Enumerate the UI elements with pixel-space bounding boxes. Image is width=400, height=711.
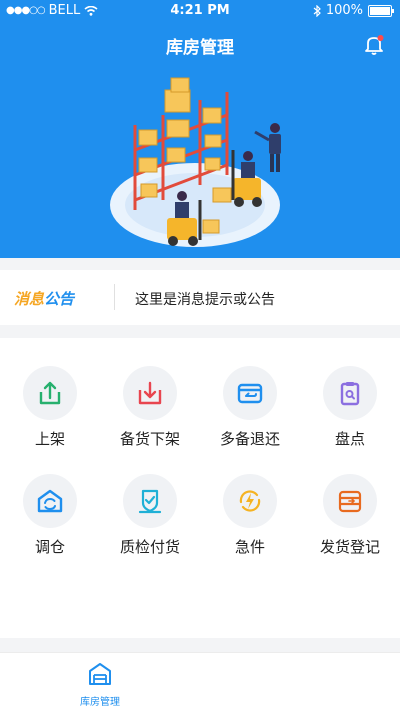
action-urgent[interactable]: 急件 (200, 474, 300, 557)
action-unshelve[interactable]: 备货下架 (100, 366, 200, 449)
tab-label: 库房管理 (80, 697, 120, 708)
quality-check-icon (123, 474, 177, 528)
action-return[interactable]: 多备退还 (200, 366, 300, 449)
battery-icon (368, 4, 394, 17)
battery-percent: 100% (325, 3, 363, 18)
notice-tag-part1: 消息 (14, 290, 45, 308)
action-label: 盘点 (334, 430, 365, 448)
action-label: 多备退还 (219, 430, 280, 448)
urgent-bolt-icon (223, 474, 277, 528)
tab-warehouse[interactable]: 库房管理 (55, 661, 145, 708)
action-label: 上架 (34, 430, 65, 448)
action-transfer[interactable]: 调仓 (0, 474, 100, 557)
clipboard-search-icon (323, 366, 377, 420)
action-label: 备货下架 (119, 430, 180, 448)
notice-tag-part2: 公告 (44, 290, 75, 308)
action-shelve[interactable]: 上架 (0, 366, 100, 449)
action-label: 质检付货 (119, 538, 180, 556)
page-title: 库房管理 (166, 38, 234, 58)
return-box-icon (223, 366, 277, 420)
action-label: 调仓 (34, 538, 65, 556)
upload-tray-icon (23, 366, 77, 420)
notice-bar[interactable]: 消息公告 这里是消息提示或公告 (0, 270, 400, 325)
warehouse-illustration (110, 77, 281, 247)
shipping-register-icon (323, 474, 377, 528)
action-inventory[interactable]: 盘点 (300, 366, 400, 449)
action-label: 发货登记 (319, 538, 380, 556)
download-tray-icon (123, 366, 177, 420)
action-quality-check[interactable]: 质检付货 (100, 474, 200, 557)
bell-icon[interactable] (362, 32, 386, 56)
warehouse-sync-icon (23, 474, 77, 528)
status-bar: ●●●○○ BELL 4:21 PM 100% (0, 0, 400, 22)
notice-divider (114, 284, 115, 310)
header-banner: ●●●○○ BELL 4:21 PM 100% 库房管理 (0, 0, 400, 258)
bottom-tab-bar: 库房管理 (0, 652, 400, 711)
notice-message: 这里是消息提示或公告 (135, 292, 275, 308)
action-label: 急件 (234, 538, 265, 556)
warehouse-tab-icon (89, 663, 111, 685)
notice-tag: 消息公告 (14, 288, 74, 309)
action-shipping-register[interactable]: 发货登记 (300, 474, 400, 557)
bluetooth-icon (313, 4, 321, 17)
action-grid: 上架 备货下架 多备退还 盘点 调仓 质检付货 急件 发货登记 (0, 338, 400, 638)
